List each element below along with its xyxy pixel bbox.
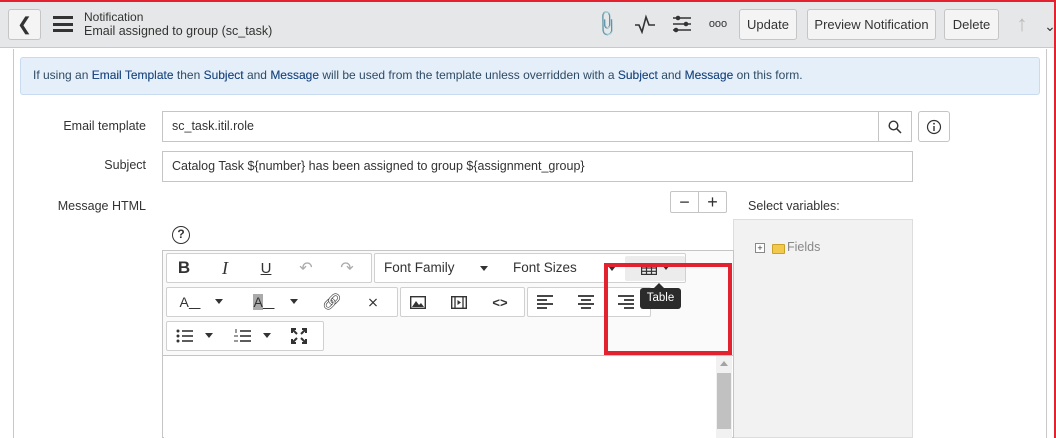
unlink-button[interactable]: ⨯ [359, 290, 387, 314]
banner-text: If using an [33, 68, 92, 82]
decrease-editor-button[interactable]: − [670, 191, 699, 213]
link-icon: 🔗︎ [321, 294, 343, 311]
hamburger-menu-icon[interactable] [53, 16, 73, 32]
info-icon [926, 119, 942, 134]
redo-icon: ↷ [340, 260, 354, 277]
background-color-button[interactable]: A [246, 290, 282, 314]
fullscreen-button[interactable] [287, 324, 311, 348]
banner-text: and [243, 68, 271, 82]
banner-emphasis: Email Template [91, 68, 174, 82]
banner-emphasis: Message [684, 68, 734, 82]
text-color-button[interactable]: A [172, 290, 208, 314]
caret-down-icon [480, 266, 488, 271]
arrow-up-icon[interactable]: ↑ [1010, 11, 1034, 36]
banner-emphasis: Subject [203, 68, 244, 82]
scroll-up-icon[interactable] [720, 361, 728, 366]
right-divider [1046, 49, 1047, 438]
lookup-button[interactable] [878, 111, 912, 142]
info-button[interactable] [918, 111, 950, 142]
bullet-list-icon [176, 329, 193, 343]
align-center-icon [578, 295, 594, 309]
insert-video-button[interactable] [445, 290, 473, 314]
paperclip-icon[interactable]: 📎 [592, 9, 623, 40]
help-icon[interactable]: ? [172, 226, 190, 244]
increase-editor-button[interactable]: + [698, 191, 727, 213]
preview-notification-button[interactable]: Preview Notification [807, 9, 936, 40]
select-variables-label: Select variables: [748, 199, 840, 213]
highlight-box [604, 263, 732, 355]
italic-button[interactable]: I [211, 256, 239, 280]
numbered-list-button[interactable] [230, 324, 254, 348]
form-subtitle: Email assigned to group (sc_task) [84, 24, 273, 38]
email-template-input[interactable]: sc_task.itil.role [162, 111, 879, 142]
banner-text: on this form. [733, 68, 803, 82]
search-icon [888, 119, 902, 134]
align-left-button[interactable] [531, 290, 559, 314]
subject-label: Subject [104, 158, 146, 172]
caret-down-icon [205, 333, 213, 338]
font-family-select[interactable]: Font Family [384, 260, 455, 275]
subject-input[interactable]: Catalog Task ${number} has been assigned… [162, 151, 913, 182]
code-icon: <> [492, 294, 508, 310]
caret-down-icon [290, 299, 298, 304]
caret-down-icon [215, 299, 223, 304]
bold-button[interactable]: B [170, 256, 198, 280]
banner-emphasis: Message [270, 68, 320, 82]
align-left-icon [537, 295, 553, 309]
more-options-icon[interactable]: ooo [706, 14, 730, 34]
caret-down-icon [263, 333, 271, 338]
left-divider [13, 49, 14, 438]
chevron-down-icon[interactable]: ⌄ [1044, 16, 1056, 36]
insert-link-button[interactable]: 🔗︎ [318, 290, 346, 314]
undo-icon: ↶ [299, 260, 313, 277]
expand-icon[interactable]: + [755, 243, 765, 253]
font-sizes-select[interactable]: Font Sizes [513, 260, 577, 275]
plus-icon: + [707, 191, 718, 212]
image-icon [410, 295, 426, 309]
message-html-label: Message HTML [57, 199, 146, 213]
form-header: ❮ Notification Email assigned to group (… [0, 0, 1056, 48]
editor-content-area[interactable] [164, 356, 716, 438]
editor-scrollbar[interactable] [716, 356, 732, 438]
chevron-left-icon: ❮ [16, 14, 33, 34]
banner-text: will be used from the template unless ov… [319, 68, 618, 82]
activity-icon[interactable] [633, 12, 657, 36]
fields-tree-node[interactable]: Fields [787, 240, 820, 254]
update-button[interactable]: Update [739, 9, 797, 40]
variables-panel: + Fields [733, 219, 913, 438]
minus-icon: − [679, 191, 690, 212]
banner-emphasis: Subject [617, 68, 658, 82]
insert-image-button[interactable] [404, 290, 432, 314]
underline-button[interactable]: U [252, 256, 280, 280]
delete-button[interactable]: Delete [944, 9, 999, 40]
numbered-list-icon [233, 329, 251, 342]
bullet-list-button[interactable] [172, 324, 196, 348]
undo-button[interactable]: ↶ [292, 256, 320, 280]
settings-sliders-icon[interactable] [670, 12, 694, 36]
unlink-icon: ⨯ [367, 293, 379, 310]
banner-text: then [173, 68, 204, 82]
scrollbar-thumb[interactable] [717, 373, 731, 429]
align-center-button[interactable] [572, 290, 600, 314]
source-code-button[interactable]: <> [486, 290, 514, 314]
redo-button[interactable]: ↷ [333, 256, 361, 280]
fullscreen-icon [291, 328, 307, 344]
banner-text: and [657, 68, 685, 82]
folder-icon [772, 244, 785, 254]
form-title: Notification [84, 10, 144, 24]
back-button[interactable]: ❮ [8, 9, 41, 40]
email-template-label: Email template [63, 119, 146, 133]
video-icon [451, 295, 467, 309]
info-banner: If using an Email Template then Subject … [20, 57, 1040, 95]
